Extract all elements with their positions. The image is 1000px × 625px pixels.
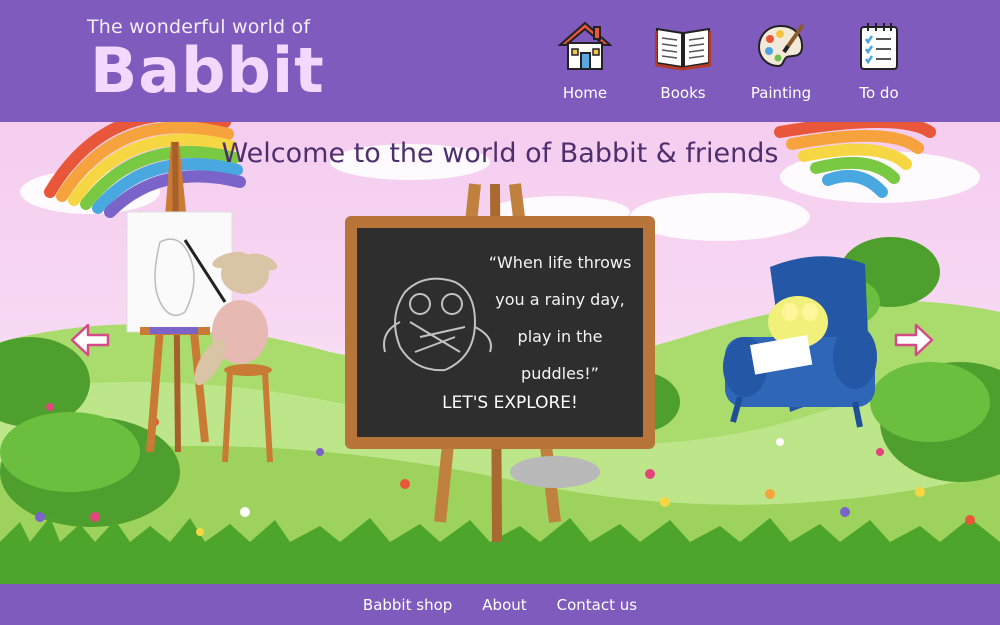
footer-link-shop[interactable]: Babbit shop	[363, 596, 452, 614]
site-header: The wonderful world of Babbit Home Books…	[0, 0, 1000, 122]
footer-link-about[interactable]: About	[482, 596, 526, 614]
palette-icon	[753, 18, 809, 74]
hero-banner: Welcome to the world of Babbit & friends…	[0, 122, 1000, 584]
logo-title[interactable]: Babbit	[90, 36, 325, 106]
carousel-next-button[interactable]	[892, 320, 936, 360]
checklist-icon	[851, 18, 907, 74]
hero-title: Welcome to the world of Babbit & friends	[221, 138, 779, 169]
main-nav: Home Books Painting To do	[550, 18, 914, 102]
arrow-left-icon	[70, 323, 110, 357]
nav-item-todo[interactable]: To do	[844, 18, 914, 102]
footer-link-contact[interactable]: Contact us	[557, 596, 637, 614]
nav-label-painting: Painting	[750, 84, 812, 102]
arrow-right-icon	[894, 323, 934, 357]
explore-button[interactable]: LET'S EXPLORE!	[410, 393, 610, 413]
carousel-prev-button[interactable]	[68, 320, 112, 360]
house-icon	[557, 18, 613, 74]
book-icon	[655, 18, 711, 74]
nav-label-todo: To do	[859, 84, 899, 102]
nav-item-home[interactable]: Home	[550, 18, 620, 102]
chalkboard-quote: “When life throws you a rainy day, play …	[488, 253, 632, 383]
nav-label-books: Books	[660, 84, 706, 102]
nav-item-books[interactable]: Books	[648, 18, 718, 102]
armchair-owl	[723, 256, 877, 428]
nav-label-home: Home	[562, 84, 608, 102]
site-footer: Babbit shop About Contact us	[0, 584, 1000, 625]
nav-item-painting[interactable]: Painting	[746, 18, 816, 102]
